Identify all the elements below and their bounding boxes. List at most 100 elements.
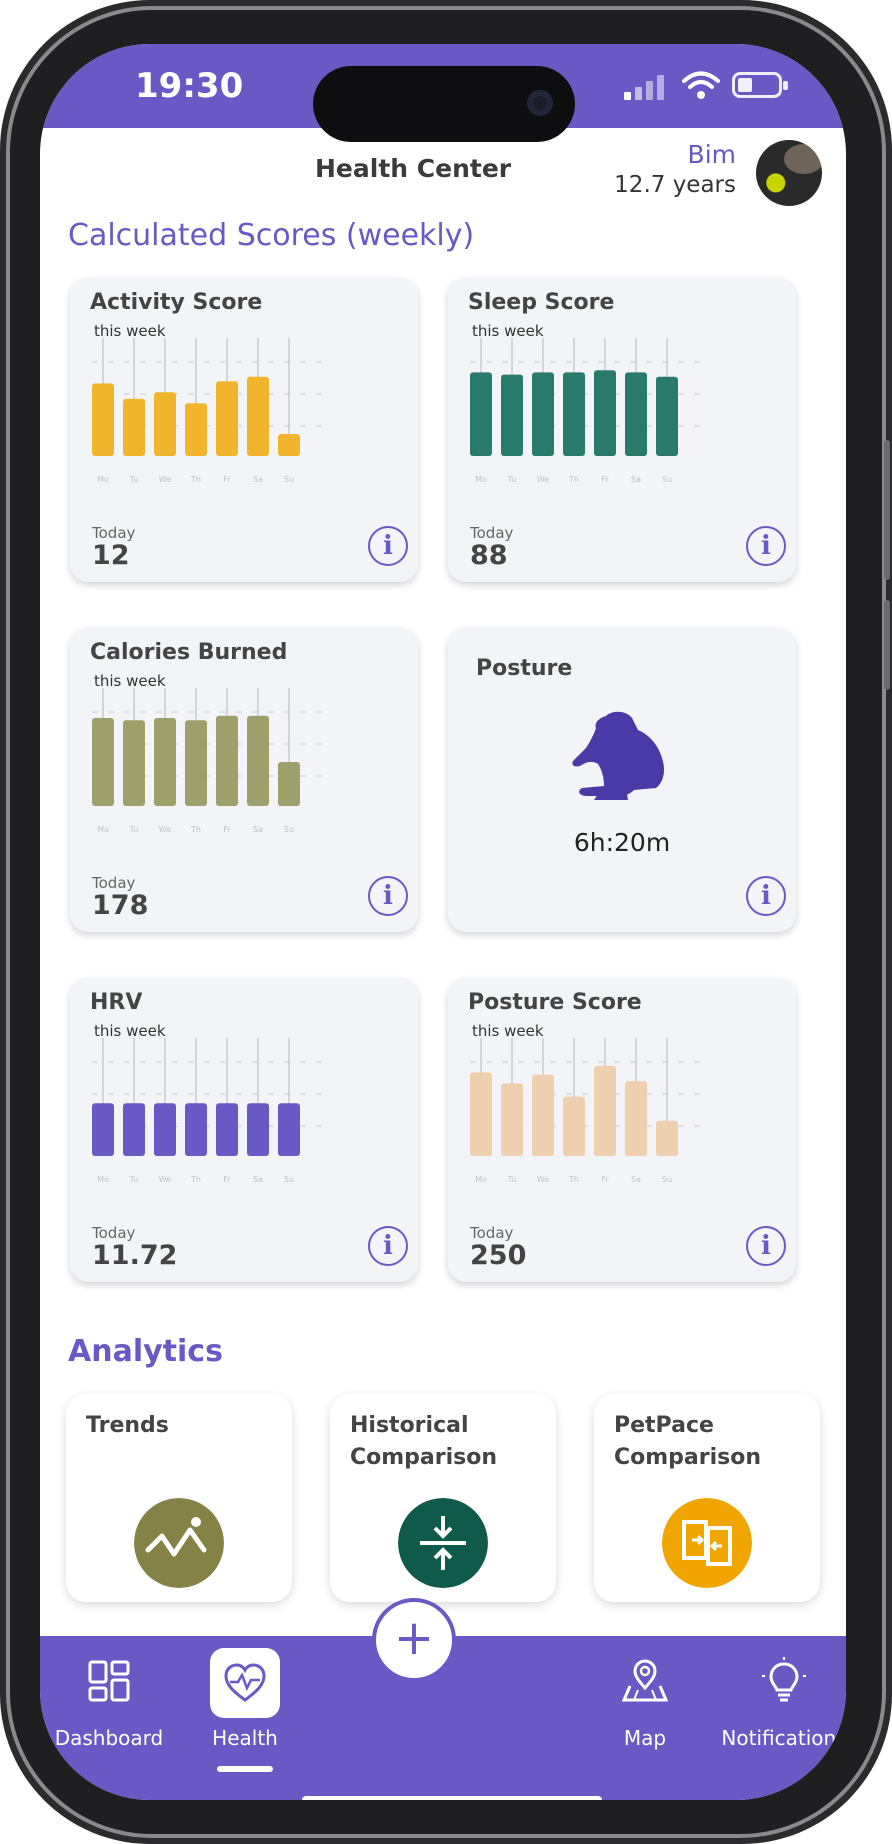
- bar-th: [563, 372, 585, 456]
- calories-bar-chart: Mo Tu We Th Fr Sa Su: [92, 688, 330, 834]
- tab-label: Map: [623, 1726, 667, 1750]
- pet-name[interactable]: Bim: [688, 140, 736, 169]
- bar-sa: [625, 372, 647, 456]
- analytics-card-historical[interactable]: Historical Comparison: [330, 1394, 556, 1602]
- add-button[interactable]: +: [372, 1598, 456, 1682]
- info-button[interactable]: i: [368, 526, 408, 566]
- day-label: Fr: [223, 825, 231, 834]
- status-time: 19:30: [135, 66, 244, 106]
- dog-lying-icon: [572, 711, 664, 800]
- bar-we: [154, 1103, 176, 1156]
- bar-we: [154, 718, 176, 806]
- page-title: Health Center: [315, 154, 512, 183]
- hrv-bar-chart: Mo Tu We Th Fr Sa Su: [92, 1038, 330, 1184]
- card-title: Calories Burned: [90, 640, 288, 665]
- sleep-bar-chart: Mo Tu We Th Fr Sa Su: [470, 338, 708, 484]
- info-button[interactable]: i: [368, 1226, 408, 1266]
- bar-sa: [625, 1081, 647, 1156]
- bar-sa: [247, 376, 269, 456]
- day-label: Sa: [253, 475, 263, 484]
- day-label: Mo: [97, 475, 109, 484]
- day-label: Fr: [223, 475, 231, 484]
- activity-score-card[interactable]: Activity Score this week Mo Tu We Th Fr Sa Su …: [70, 278, 418, 582]
- day-label: Sa: [631, 475, 641, 484]
- tab-dashboard[interactable]: Dashboard: [40, 1636, 184, 1786]
- card-title: Activity Score: [90, 290, 263, 315]
- compress-arrows-icon: [398, 1498, 488, 1588]
- posture-duration: 6h:20m: [573, 828, 671, 857]
- bar-tu: [123, 1103, 145, 1156]
- bar-su: [278, 762, 300, 806]
- cellular-signal-icon: [624, 75, 664, 100]
- day-label: Su: [662, 1175, 672, 1184]
- today-value: 250: [470, 1240, 527, 1271]
- info-button[interactable]: i: [746, 1226, 786, 1266]
- bar-mo: [470, 1072, 492, 1156]
- day-label: Su: [284, 475, 294, 484]
- heart-pulse-icon: [224, 1663, 266, 1702]
- section-title-scores: Calculated Scores (weekly): [68, 218, 475, 253]
- bar-su: [278, 1103, 300, 1156]
- tab-health[interactable]: Health: [170, 1636, 320, 1786]
- sleep-score-card[interactable]: Sleep Score this week Mo Tu We Th Fr Sa Su Tod…: [448, 278, 796, 582]
- info-button[interactable]: i: [746, 876, 786, 916]
- day-label: Sa: [253, 1175, 263, 1184]
- dynamic-island: [313, 66, 575, 142]
- app-screen: 19:30 Health Center Bim 12.7 years Calcu…: [40, 44, 846, 1800]
- day-label: We: [159, 825, 171, 834]
- bar-mo: [92, 383, 114, 456]
- bar-th: [185, 1103, 207, 1156]
- bar-fr: [216, 381, 238, 456]
- camera-icon: [527, 90, 553, 116]
- day-label: Th: [190, 1175, 201, 1184]
- day-label: Su: [284, 1175, 294, 1184]
- analytics-card-petpace[interactable]: PetPace Comparison: [594, 1394, 820, 1602]
- tab-map[interactable]: Map: [570, 1636, 720, 1786]
- analytics-card-trends[interactable]: Trends: [66, 1394, 292, 1602]
- bar-we: [532, 1074, 554, 1156]
- day-label: Su: [662, 475, 672, 484]
- analytics-card-title: Historical Comparison: [350, 1413, 498, 1470]
- dashboard-icon: [88, 1660, 130, 1702]
- bar-th: [563, 1096, 585, 1156]
- day-label: Tu: [129, 1175, 139, 1184]
- info-button[interactable]: i: [368, 876, 408, 916]
- active-tab-indicator: [217, 1766, 273, 1772]
- tab-notifications[interactable]: Notifications: [704, 1636, 846, 1786]
- day-label: Sa: [631, 1175, 641, 1184]
- today-value: 11.72: [92, 1240, 178, 1271]
- bar-mo: [92, 1103, 114, 1156]
- day-label: Tu: [507, 1175, 517, 1184]
- day-label: We: [537, 475, 549, 484]
- day-label: We: [159, 475, 171, 484]
- pet-avatar[interactable]: [756, 140, 822, 206]
- calories-burned-card[interactable]: Calories Burned this week Mo Tu We Th Fr Sa Su…: [70, 628, 418, 932]
- info-button[interactable]: i: [746, 526, 786, 566]
- wifi-icon: [682, 71, 720, 99]
- section-title-analytics: Analytics: [68, 1334, 223, 1369]
- home-indicator[interactable]: [302, 1796, 602, 1800]
- tab-label: Health: [212, 1726, 278, 1750]
- day-label: Tu: [129, 475, 139, 484]
- posture-score-card[interactable]: Posture Score this week Mo Tu We Th Fr Sa Su T…: [448, 978, 796, 1282]
- bar-su: [656, 376, 678, 456]
- card-title: HRV: [90, 990, 143, 1015]
- battery-icon: [732, 72, 788, 98]
- hrv-card[interactable]: HRV this week Mo Tu We Th Fr Sa Su Today 11.72…: [70, 978, 418, 1282]
- lightbulb-icon: [762, 1657, 806, 1702]
- activity-bar-chart: Mo Tu We Th Fr Sa Su: [92, 338, 330, 484]
- posture-card[interactable]: Posture 6h:20m i: [448, 628, 796, 932]
- bar-su: [278, 434, 300, 456]
- bar-tu: [123, 398, 145, 456]
- bar-sa: [247, 1103, 269, 1156]
- bar-fr: [216, 1103, 238, 1156]
- bar-th: [185, 720, 207, 806]
- day-label: Mo: [475, 475, 487, 484]
- day-label: Th: [190, 475, 201, 484]
- day-label: Tu: [129, 825, 139, 834]
- day-label: Tu: [507, 475, 517, 484]
- bar-th: [185, 403, 207, 456]
- bar-fr: [594, 1065, 616, 1156]
- day-label: We: [159, 1175, 171, 1184]
- posture-score-bar-chart: Mo Tu We Th Fr Sa Su: [470, 1038, 708, 1184]
